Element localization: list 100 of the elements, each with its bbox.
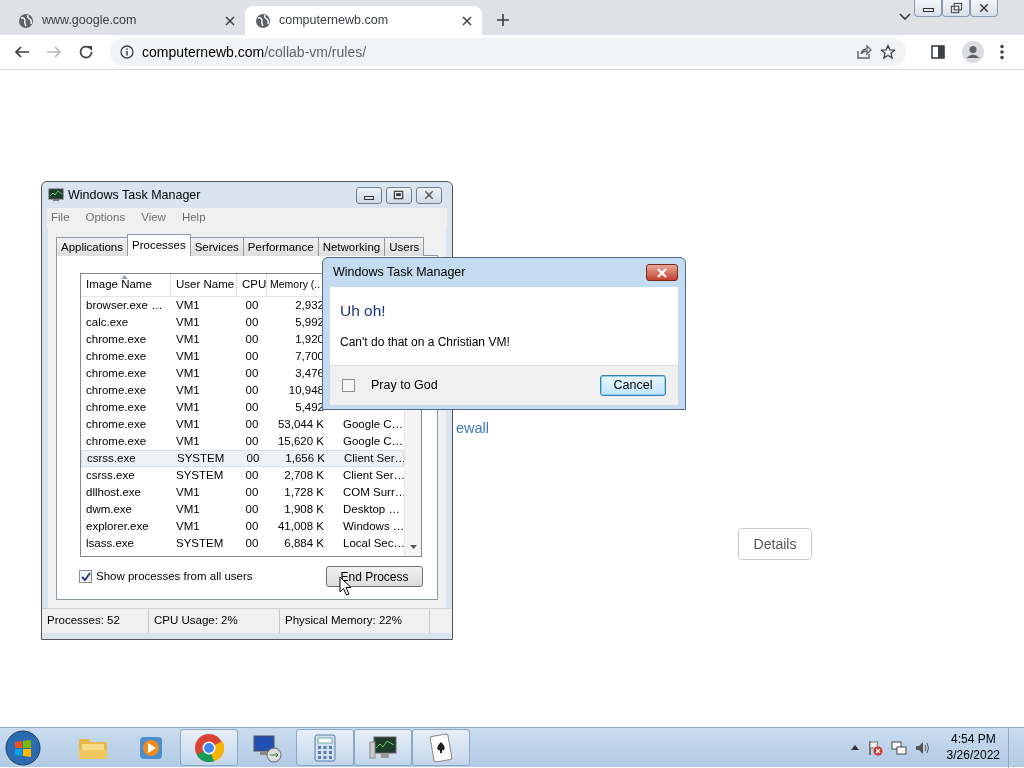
play-icon: [138, 734, 164, 761]
close-button[interactable]: [416, 186, 442, 204]
table-cell-text: 00: [244, 365, 260, 381]
dialog-heading: Uh oh!: [340, 301, 387, 321]
reload-icon[interactable]: [78, 44, 94, 60]
table-cell-text: chrome.exe: [85, 382, 148, 398]
new-tab-icon[interactable]: [496, 13, 510, 27]
maximize-button[interactable]: [386, 186, 412, 204]
chevron-down-icon[interactable]: [899, 13, 911, 21]
tab[interactable]: Applications: [56, 237, 128, 256]
flag-icon[interactable]: [866, 739, 883, 756]
menu-icon[interactable]: [1000, 44, 1004, 60]
minimize-button[interactable]: [356, 186, 382, 204]
table-cell-text: 15,620 K: [276, 433, 325, 449]
table-cell-text: VM1: [175, 433, 201, 449]
scroll-down-icon[interactable]: [409, 545, 417, 549]
minimize-button[interactable]: [914, 0, 942, 17]
star-icon[interactable]: [880, 44, 896, 60]
menu-item[interactable]: File: [51, 209, 70, 227]
table-cell-text: VM1: [175, 297, 201, 313]
page-link[interactable]: ewall: [456, 418, 490, 440]
status-text: Physical Memory: 22%: [280, 609, 430, 633]
checkbox[interactable]: Show processes from all users: [57, 567, 253, 586]
start-icon[interactable]: [4, 728, 42, 767]
restore-button[interactable]: [942, 0, 970, 17]
table-cell-text: 1,656 K: [284, 450, 326, 466]
sidebar-icon[interactable]: [930, 44, 946, 60]
close-button[interactable]: [970, 0, 998, 17]
browser-tab[interactable]: www.google.com: [8, 6, 245, 35]
computer-icon: [251, 732, 283, 763]
tab[interactable]: Processes: [127, 234, 191, 256]
table-cell-text: 00: [244, 399, 260, 415]
address-bar[interactable]: computernewb.com/collab-vm/rules/: [110, 38, 906, 66]
back-icon[interactable]: [14, 44, 30, 60]
table-cell-text: Client Ser…: [342, 467, 404, 483]
column-header[interactable]: Image Name: [81, 274, 171, 296]
table-cell-text: VM1: [175, 314, 201, 330]
table-cell-text: chrome.exe: [85, 433, 148, 449]
details-button[interactable]: Details: [738, 528, 812, 560]
table-cell-text: VM1: [175, 348, 201, 364]
table-cell-text: calc.exe: [85, 314, 130, 330]
taskbar-button[interactable]: [412, 729, 470, 766]
dialog-message: Can't do that on a Christian VM!: [340, 334, 511, 352]
table-row[interactable]: chrome.exe VM1 00 15,620 K Google C…: [81, 433, 404, 450]
table-cell-text: 00: [245, 450, 261, 466]
menu-item[interactable]: Options: [85, 209, 126, 227]
table-cell-text: 53,044 K: [276, 416, 325, 432]
table-cell-text: 00: [244, 314, 260, 330]
tab[interactable]: Services: [189, 237, 244, 256]
table-row[interactable]: csrss.exe SYSTEM 00 2,708 K Client Ser…: [81, 467, 404, 484]
close-button[interactable]: [646, 264, 678, 281]
browser-tab[interactable]: computernewb.com: [245, 6, 482, 35]
end-process-button[interactable]: End Process: [326, 566, 423, 587]
chrome-icon: [194, 732, 224, 763]
close-icon[interactable]: [462, 15, 472, 26]
table-cell-text: 41,008 K: [276, 518, 325, 534]
tab[interactable]: Users: [384, 237, 425, 256]
table-cell-text: 00: [244, 433, 260, 449]
taskbar-button[interactable]: [354, 729, 412, 766]
table-row[interactable]: chrome.exe VM1 00 53,044 K Google C…: [81, 416, 404, 433]
url-text: computernewb.com/collab-vm/rules/: [142, 42, 368, 62]
checkbox[interactable]: Pray to God: [342, 376, 438, 395]
table-row[interactable]: lsass.exe SYSTEM 00 6,884 K Local Sec…: [81, 535, 404, 552]
table-cell-text: VM1: [175, 501, 201, 517]
profile-icon[interactable]: [962, 41, 984, 63]
table-cell-text: 00: [244, 382, 260, 398]
table-cell-text: Client Ser…: [343, 450, 404, 466]
table-cell-text: chrome.exe: [85, 399, 148, 415]
table-cell-text: 00: [244, 467, 260, 483]
status-text: CPU Usage: 2%: [149, 609, 280, 633]
share-icon[interactable]: [856, 44, 872, 60]
menu-item[interactable]: View: [141, 209, 166, 227]
table-cell-text: browser.exe …: [85, 297, 164, 313]
table-row[interactable]: explorer.exe VM1 00 41,008 K Windows …: [81, 518, 404, 535]
info-icon[interactable]: [120, 45, 134, 59]
table-cell-text: 6,884 K: [283, 535, 325, 551]
table-cell-text: dwm.exe: [85, 501, 134, 517]
table-cell-text: chrome.exe: [85, 348, 148, 364]
column-header[interactable]: CPU: [237, 274, 267, 296]
table-cell-text: VM1: [175, 416, 201, 432]
caret-up-icon[interactable]: [850, 745, 859, 750]
cancel-button[interactable]: Cancel: [600, 375, 666, 396]
table-row[interactable]: dwm.exe VM1 00 1,908 K Desktop …: [81, 501, 404, 518]
close-icon[interactable]: [225, 15, 235, 26]
check-icon: [80, 571, 91, 582]
clock[interactable]: 4:54 PM 3/26/2022: [946, 731, 1000, 764]
network-icon[interactable]: [890, 739, 907, 756]
table-row[interactable]: csrss.exe SYSTEM 00 1,656 K Client Ser…: [81, 450, 404, 467]
tab[interactable]: Networking: [317, 237, 386, 256]
monitor-icon: [367, 733, 399, 762]
table-cell-text: 00: [244, 535, 260, 551]
window-title: Windows Task Manager: [68, 186, 202, 204]
menu-item[interactable]: Help: [181, 209, 206, 227]
table-cell-text: Windows …: [342, 518, 404, 534]
table-row[interactable]: dllhost.exe VM1 00 1,728 K COM Surr…: [81, 484, 404, 501]
table-cell-text: chrome.exe: [85, 331, 148, 347]
table-cell-text: SYSTEM: [175, 535, 225, 551]
table-cell-text: Local Sec…: [342, 535, 404, 551]
tab[interactable]: Performance: [242, 237, 319, 256]
column-header[interactable]: User Name: [171, 274, 237, 296]
